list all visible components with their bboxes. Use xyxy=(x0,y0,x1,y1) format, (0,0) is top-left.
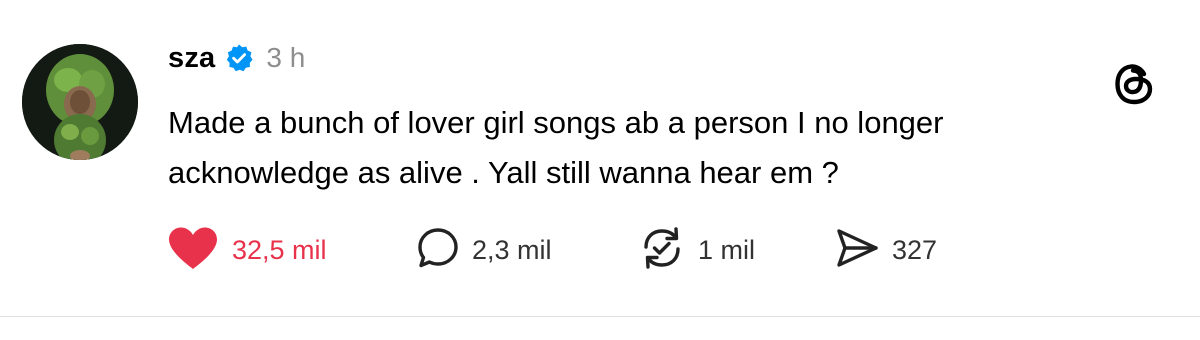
post-header: sza 3 h xyxy=(168,38,305,78)
post-text-line-2: acknowledge as alive . Yall still wanna … xyxy=(168,155,839,190)
reply-button[interactable]: 2,3 mil xyxy=(416,226,552,274)
repost-icon xyxy=(638,225,686,276)
post-text-line-1: Made a bunch of lover girl songs ab a pe… xyxy=(168,105,944,140)
heart-icon xyxy=(166,225,220,276)
threads-post: sza 3 h Made a bunch of lover girl songs… xyxy=(0,0,1200,340)
divider xyxy=(0,316,1200,317)
comment-icon xyxy=(416,226,460,275)
action-bar: 32,5 mil 2,3 mil 1 mil 327 xyxy=(166,226,1066,274)
post-text: Made a bunch of lover girl songs ab a pe… xyxy=(168,98,1158,198)
reply-count: 2,3 mil xyxy=(472,234,552,265)
avatar[interactable] xyxy=(22,44,138,160)
share-count: 327 xyxy=(892,234,938,265)
like-count: 32,5 mil xyxy=(232,234,327,265)
repost-button[interactable]: 1 mil xyxy=(638,226,755,274)
like-button[interactable]: 32,5 mil xyxy=(166,226,327,274)
send-icon xyxy=(834,226,880,275)
username[interactable]: sza xyxy=(168,42,215,75)
timestamp: 3 h xyxy=(266,42,306,73)
share-button[interactable]: 327 xyxy=(834,226,937,274)
repost-count: 1 mil xyxy=(698,234,756,265)
verified-badge-icon xyxy=(224,43,254,73)
